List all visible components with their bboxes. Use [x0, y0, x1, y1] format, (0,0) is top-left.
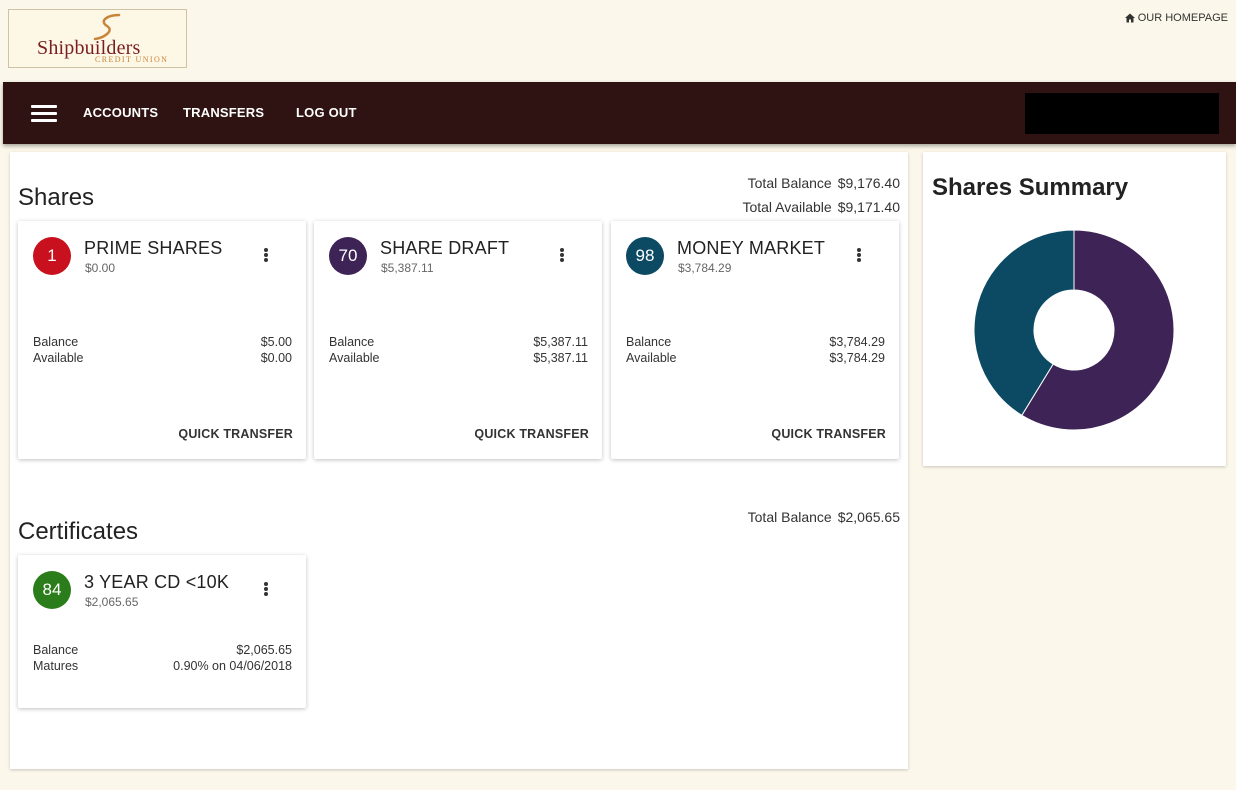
shares-donut-chart	[973, 229, 1175, 431]
certificates-totals: Total Balance $2,065.65	[748, 505, 900, 529]
account-number-badge: 98	[626, 237, 664, 275]
certificates-total-balance-label: Total Balance	[747, 509, 832, 525]
matures-label: Matures	[33, 659, 79, 673]
quick-transfer-button[interactable]: QUICK TRANSFER	[771, 427, 886, 441]
nav-transfers[interactable]: TRANSFERS	[183, 105, 264, 120]
available-label: Available	[33, 351, 84, 365]
available-value: $3,784.29	[829, 351, 885, 365]
account-number-badge: 1	[33, 237, 71, 275]
main-navigation: ACCOUNTS TRANSFERS LOG OUT	[3, 82, 1236, 144]
quick-transfer-button[interactable]: QUICK TRANSFER	[474, 427, 589, 441]
more-options-icon[interactable]	[264, 248, 268, 262]
balance-label: Balance	[33, 335, 79, 349]
menu-icon[interactable]	[31, 105, 57, 122]
balance-label: Balance	[329, 335, 375, 349]
quick-transfer-button[interactable]: QUICK TRANSFER	[178, 427, 293, 441]
available-row: Available $0.00	[33, 351, 292, 365]
more-options-icon[interactable]	[264, 582, 268, 596]
account-name: PRIME SHARES	[84, 238, 223, 258]
available-row: Available $5,387.11	[329, 351, 588, 365]
account-name: SHARE DRAFT	[380, 238, 510, 258]
certificates-total-balance: $2,065.65	[837, 509, 900, 525]
shares-summary-panel: Shares Summary	[923, 152, 1226, 466]
shares-total-balance-label: Total Balance	[747, 175, 832, 191]
account-name: MONEY MARKET	[677, 238, 826, 258]
shares-total-available: $9,171.40	[837, 199, 900, 215]
share-card-share-draft: 70 SHARE DRAFT $5,387.11 Balance $5,387.1…	[314, 221, 602, 459]
accounts-panel: Shares Total Balance $9,176.40 Total Avai…	[10, 152, 908, 769]
top-bar: Shipbuilders CREDIT UNION OUR HOMEPAGE	[0, 0, 1236, 82]
more-options-icon[interactable]	[857, 248, 861, 262]
balance-row: Balance $5.00	[33, 335, 292, 349]
account-subtotal: $3,784.29	[678, 261, 732, 275]
available-value: $5,387.11	[533, 351, 588, 365]
account-name: 3 YEAR CD <10K	[84, 572, 230, 592]
logo-subtitle: CREDIT UNION	[95, 55, 169, 64]
matures-value: 0.90% on 04/06/2018	[173, 659, 292, 673]
balance-label: Balance	[33, 643, 79, 657]
account-subtotal: $5,387.11	[381, 261, 434, 275]
certificates-title: Certificates	[18, 518, 139, 545]
shares-total-available-label: Total Available	[742, 199, 832, 215]
redacted-user-area	[1025, 93, 1219, 134]
balance-value: $2,065.65	[236, 643, 292, 657]
more-options-icon[interactable]	[560, 248, 564, 262]
available-label: Available	[626, 351, 677, 365]
our-homepage-link[interactable]: OUR HOMEPAGE	[1124, 12, 1228, 24]
balance-value: $5,387.11	[533, 335, 588, 349]
shares-total-balance: $9,176.40	[837, 175, 900, 191]
balance-label: Balance	[626, 335, 672, 349]
share-card-money-market: 98 MONEY MARKET $3,784.29 Balance $3,784.…	[611, 221, 899, 459]
account-subtotal: $2,065.65	[85, 595, 139, 609]
account-subtotal: $0.00	[85, 261, 116, 275]
shares-totals: Total Balance $9,176.40 Total Available $9…	[742, 171, 900, 219]
available-row: Available $3,784.29	[626, 351, 885, 365]
our-homepage-label: OUR HOMEPAGE	[1137, 12, 1228, 24]
balance-value: $5.00	[260, 335, 292, 349]
shares-title: Shares	[18, 184, 95, 211]
available-value: $0.00	[260, 351, 292, 365]
matures-row: Matures 0.90% on 04/06/2018	[33, 659, 292, 673]
credit-union-logo[interactable]: Shipbuilders CREDIT UNION	[8, 9, 187, 68]
account-number-badge: 70	[329, 237, 367, 275]
balance-row: Balance $3,784.29	[626, 335, 885, 349]
available-label: Available	[329, 351, 380, 365]
balance-value: $3,784.29	[829, 335, 885, 349]
shares-summary-title: Shares Summary	[932, 174, 1129, 201]
nav-logout[interactable]: LOG OUT	[296, 105, 357, 120]
certificate-card-3-year-cd: 84 3 YEAR CD <10K $2,065.65 Balance $2,06…	[18, 555, 306, 708]
home-icon	[1124, 13, 1135, 23]
account-number-badge: 84	[33, 571, 71, 609]
balance-row: Balance $5,387.11	[329, 335, 588, 349]
nav-accounts[interactable]: ACCOUNTS	[83, 105, 158, 120]
share-card-prime-shares: 1 PRIME SHARES $0.00 Balance $5.00 Availa…	[18, 221, 306, 459]
balance-row: Balance $2,065.65	[33, 643, 292, 657]
